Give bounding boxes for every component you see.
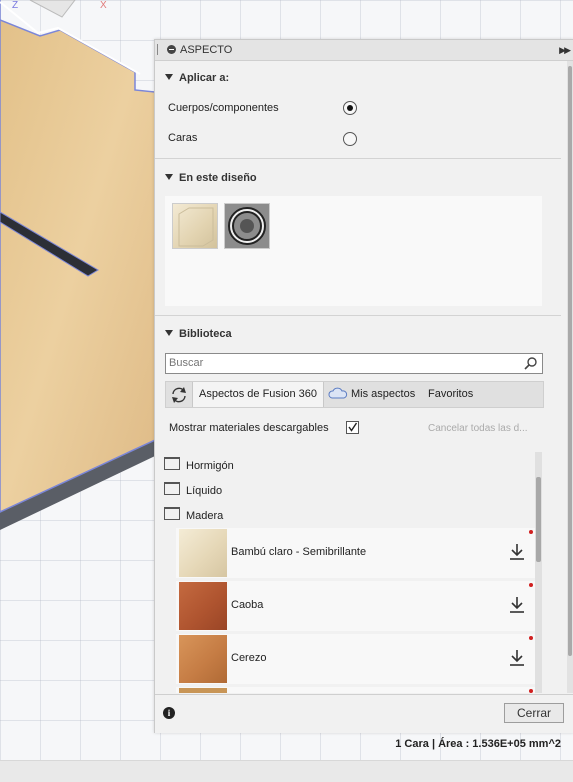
tab-my-appearances[interactable]: Mis aspectos: [328, 382, 424, 407]
download-icon[interactable]: [509, 543, 525, 561]
checkmark-icon: [348, 422, 358, 432]
svg-text:Z: Z: [12, 0, 18, 11]
material-item[interactable]: [176, 687, 537, 693]
download-icon[interactable]: [509, 596, 525, 614]
chrome-ring-icon[interactable]: [224, 203, 270, 249]
folder-label: Madera: [186, 510, 224, 522]
collapse-triangle-icon: [165, 174, 173, 180]
search-field[interactable]: [165, 353, 543, 374]
material-thumbnail: [179, 635, 227, 683]
show-downloadable-label: Mostrar materiales descargables: [169, 422, 329, 434]
design-appearances-box: [165, 196, 542, 306]
material-label: Cerezo: [231, 652, 267, 664]
apply-section-title: Aplicar a:: [179, 72, 230, 84]
status-text: 1 Cara | Área : 1.536E+05 mm^2: [395, 738, 561, 750]
material-item[interactable]: Caoba: [176, 581, 537, 631]
material-thumbnail: [179, 582, 227, 630]
divider: [155, 315, 561, 316]
search-icon[interactable]: [524, 356, 538, 370]
folder-label: Líquido: [186, 485, 223, 497]
tab-fusion-appearances[interactable]: Aspectos de Fusion 360: [193, 382, 324, 407]
show-downloadable-checkbox[interactable]: [346, 421, 359, 434]
tab-my-appearances-label: Mis aspectos: [351, 388, 416, 400]
collapse-triangle-icon: [165, 74, 173, 80]
expand-icon[interactable]: ▶▶: [559, 45, 571, 56]
material-label: Bambú claro - Semibrillante: [231, 546, 367, 558]
option-faces-label: Caras: [168, 132, 198, 144]
refresh-button[interactable]: [166, 382, 193, 407]
new-indicator-dot: [529, 583, 533, 587]
folder-icon: [164, 457, 180, 470]
folder-wood[interactable]: Madera: [164, 507, 223, 522]
drag-handle[interactable]: [157, 44, 160, 55]
download-icon[interactable]: [509, 649, 525, 667]
panel-scroll-thumb[interactable]: [568, 66, 572, 656]
stop-icon: [167, 45, 176, 54]
search-input[interactable]: [169, 355, 509, 371]
apply-section-header[interactable]: Aplicar a:: [165, 72, 229, 84]
panel-title: ASPECTO: [180, 44, 233, 56]
library-section-header[interactable]: Biblioteca: [165, 328, 232, 340]
folder-liquid[interactable]: Líquido: [164, 482, 222, 497]
option-bodies-label: Cuerpos/componentes: [168, 102, 279, 114]
tab-favorites[interactable]: Favoritos: [428, 382, 488, 407]
new-indicator-dot: [529, 530, 533, 534]
cancel-all-downloads-link[interactable]: Cancelar todas las d...: [428, 423, 528, 434]
collapse-triangle-icon: [165, 330, 173, 336]
refresh-icon: [172, 387, 186, 403]
divider: [155, 158, 561, 159]
material-item[interactable]: Bambú claro - Semibrillante: [176, 528, 537, 578]
library-section-title: Biblioteca: [179, 328, 232, 340]
material-item[interactable]: Cerezo: [176, 634, 537, 684]
new-indicator-dot: [529, 636, 533, 640]
library-tabs: Aspectos de Fusion 360 Mis aspectos Favo…: [165, 381, 544, 408]
material-thumbnail: [179, 529, 227, 577]
appearance-panel: ASPECTO ▶▶ Aplicar a: Cuerpos/componente…: [154, 39, 573, 733]
info-icon[interactable]: i: [163, 707, 175, 719]
folder-icon: [164, 507, 180, 520]
panel-footer: i Cerrar: [155, 694, 573, 733]
material-label: Caoba: [231, 599, 264, 611]
design-section-title: En este diseño: [179, 172, 257, 184]
plate-top: [0, 0, 156, 513]
panel-header[interactable]: ASPECTO ▶▶: [155, 40, 573, 61]
material-thumbnail: [179, 688, 227, 693]
bodies-radio[interactable]: [343, 101, 357, 115]
close-button[interactable]: Cerrar: [504, 703, 564, 723]
design-section-header[interactable]: En este diseño: [165, 172, 257, 184]
viewcube-icon[interactable]: Z X: [0, 0, 110, 22]
svg-text:X: X: [100, 0, 107, 11]
new-indicator-dot: [529, 689, 533, 693]
bottom-toolbar: [0, 760, 573, 782]
folder-label: Hormigón: [186, 460, 234, 472]
folder-concrete[interactable]: Hormigón: [164, 457, 234, 472]
folder-icon: [164, 482, 180, 495]
library-scroll-thumb[interactable]: [536, 477, 541, 562]
cloud-icon: [328, 387, 348, 399]
wood-cube-icon[interactable]: [172, 203, 218, 249]
faces-radio[interactable]: [343, 132, 357, 146]
